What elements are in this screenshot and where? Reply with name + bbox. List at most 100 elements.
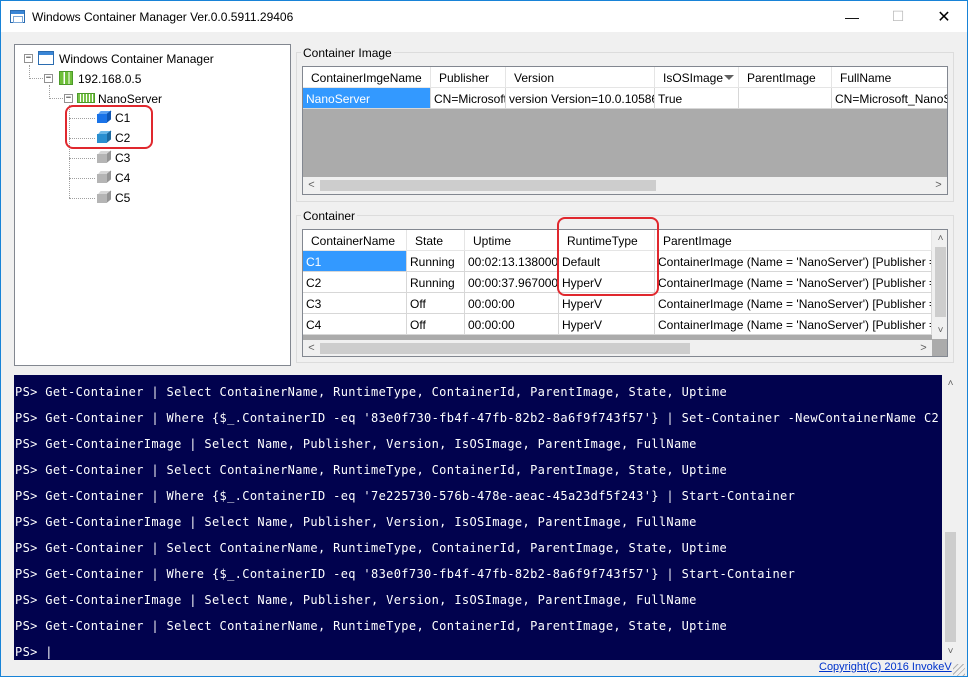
scroll-left-icon[interactable]: <	[303, 177, 320, 194]
main-window: Windows Container Manager Ver.0.0.5911.2…	[0, 0, 968, 677]
tree-connector	[69, 198, 95, 199]
console-line: PS> Get-Container | Select ContainerName…	[15, 541, 728, 555]
table-cell[interactable]: C3	[303, 293, 407, 314]
container-tree[interactable]: − Windows Container Manager − 192.168.0.…	[14, 44, 291, 366]
resize-grip-icon[interactable]	[953, 664, 965, 676]
tree-node-image[interactable]: NanoServer	[98, 92, 162, 106]
tree-connector	[29, 65, 30, 79]
console-line: PS> Get-ContainerImage | Select Name, Pu…	[15, 593, 697, 607]
tree-collapse-toggle[interactable]: −	[64, 94, 73, 103]
tree-node-root[interactable]: Windows Container Manager	[59, 52, 214, 66]
column-header[interactable]: ParentImage	[655, 230, 932, 251]
scroll-right-icon[interactable]: >	[930, 177, 947, 194]
container-group-title: Container	[301, 209, 358, 223]
table-cell[interactable]: ContainerImage (Name = 'NanoServer') [Pu…	[655, 251, 932, 272]
table-cell[interactable]: ContainerImage (Name = 'NanoServer') [Pu…	[655, 272, 932, 293]
table-cell[interactable]: ContainerImage (Name = 'NanoServer') [Pu…	[655, 293, 932, 314]
table-cell[interactable]: HyperV	[559, 293, 655, 314]
column-header[interactable]: Version	[506, 67, 655, 88]
scrollbar-thumb[interactable]	[320, 180, 656, 191]
column-header[interactable]: Uptime	[465, 230, 559, 251]
table-cell[interactable]: HyperV	[559, 314, 655, 335]
table-cell[interactable]: 00:00:00	[465, 293, 559, 314]
table-cell[interactable]: CN=Microsoft	[431, 88, 506, 109]
horizontal-scrollbar[interactable]: < >	[303, 340, 932, 356]
table-cell[interactable]: Running	[407, 272, 465, 293]
vertical-scrollbar[interactable]: ˄ ˅	[932, 230, 947, 339]
column-header[interactable]: FullName	[832, 67, 947, 88]
scroll-right-icon[interactable]: >	[915, 340, 932, 356]
table-row[interactable]: NanoServer CN=Microsoft version Version=…	[303, 88, 947, 109]
table-cell[interactable]: 00:02:13.1380000	[465, 251, 559, 272]
scroll-down-icon[interactable]: ˅	[942, 643, 959, 660]
minimize-button[interactable]: —	[829, 1, 875, 32]
tree-node-container[interactable]: C5	[115, 191, 130, 205]
tree-collapse-toggle[interactable]: −	[44, 74, 53, 83]
manager-icon	[38, 51, 54, 65]
console-line: PS> Get-ContainerImage | Select Name, Pu…	[15, 515, 697, 529]
table-cell[interactable]: Running	[407, 251, 465, 272]
table-cell[interactable]: C1	[303, 251, 407, 272]
container-image-grid[interactable]: ContainerImgeName Publisher Version IsOS…	[302, 66, 948, 195]
column-header[interactable]: ParentImage	[739, 67, 832, 88]
console-line: PS> Get-Container | Where {$_.ContainerI…	[15, 567, 796, 581]
container-stopped-icon	[97, 150, 112, 163]
table-cell[interactable]: CN=Microsoft_NanoServer	[832, 88, 947, 109]
powershell-console[interactable]: PS> Get-Container | Select ContainerName…	[14, 375, 942, 660]
container-image-icon	[77, 93, 95, 103]
container-stopped-icon	[97, 170, 112, 183]
tree-connector	[69, 158, 95, 159]
table-cell[interactable]: True	[655, 88, 739, 109]
tree-node-container[interactable]: C3	[115, 151, 130, 165]
tree-connector	[29, 78, 43, 79]
table-cell[interactable]: Off	[407, 314, 465, 335]
scroll-down-icon[interactable]: ˅	[932, 322, 947, 339]
console-line: PS> Get-Container | Select ContainerName…	[15, 385, 728, 399]
column-header-label: IsOSImage	[663, 71, 724, 85]
table-row[interactable]: C3 Off 00:00:00 HyperV ContainerImage (N…	[303, 293, 932, 314]
scroll-left-icon[interactable]: <	[303, 340, 320, 356]
column-header[interactable]: IsOSImage	[655, 67, 739, 88]
console-line: PS> Get-ContainerImage | Select Name, Pu…	[15, 437, 697, 451]
app-icon	[10, 10, 25, 23]
scrollbar-thumb[interactable]	[320, 343, 690, 354]
window-title: Windows Container Manager Ver.0.0.5911.2…	[32, 10, 294, 24]
scroll-up-icon[interactable]: ˄	[932, 230, 947, 247]
table-cell[interactable]: version Version=10.0.10586.0	[506, 88, 655, 109]
highlight-annotation	[557, 217, 659, 296]
close-button[interactable]: ✕	[921, 1, 967, 32]
tree-node-container[interactable]: C4	[115, 171, 130, 185]
maximize-button[interactable]: ☐	[875, 1, 921, 32]
column-header[interactable]: ContainerImgeName	[303, 67, 431, 88]
tree-collapse-toggle[interactable]: −	[24, 54, 33, 63]
grid-header: ContainerImgeName Publisher Version IsOS…	[303, 67, 947, 88]
tree-connector	[49, 85, 50, 99]
table-cell[interactable]	[739, 88, 832, 109]
table-cell[interactable]: Off	[407, 293, 465, 314]
column-header[interactable]: State	[407, 230, 465, 251]
console-scrollbar[interactable]: ˄ ˅	[942, 375, 959, 660]
console-line: PS> Get-Container | Where {$_.ContainerI…	[15, 489, 796, 503]
scroll-up-icon[interactable]: ˄	[942, 375, 959, 392]
copyright-link[interactable]: Copyright(C) 2016 InvokeV	[819, 661, 952, 673]
highlight-annotation	[65, 105, 153, 149]
title-bar[interactable]: Windows Container Manager Ver.0.0.5911.2…	[1, 1, 967, 32]
console-prompt[interactable]: PS> |	[15, 643, 53, 660]
column-header[interactable]: ContainerName	[303, 230, 407, 251]
horizontal-scrollbar[interactable]: < >	[303, 177, 947, 194]
container-stopped-icon	[97, 190, 112, 203]
scrollbar-thumb[interactable]	[935, 247, 946, 317]
table-cell[interactable]: ContainerImage (Name = 'NanoServer') [Pu…	[655, 314, 932, 335]
table-row[interactable]: C4 Off 00:00:00 HyperV ContainerImage (N…	[303, 314, 932, 335]
table-cell[interactable]: C2	[303, 272, 407, 293]
tree-connector	[49, 98, 63, 99]
table-cell[interactable]: C4	[303, 314, 407, 335]
scrollbar-thumb[interactable]	[945, 532, 956, 642]
table-cell[interactable]: 00:00:37.9670000	[465, 272, 559, 293]
column-header[interactable]: Publisher	[431, 67, 506, 88]
tree-connector	[69, 178, 95, 179]
sort-arrow-icon	[724, 75, 734, 80]
table-cell[interactable]: NanoServer	[303, 88, 431, 109]
table-cell[interactable]: 00:00:00	[465, 314, 559, 335]
tree-node-host[interactable]: 192.168.0.5	[78, 72, 141, 86]
